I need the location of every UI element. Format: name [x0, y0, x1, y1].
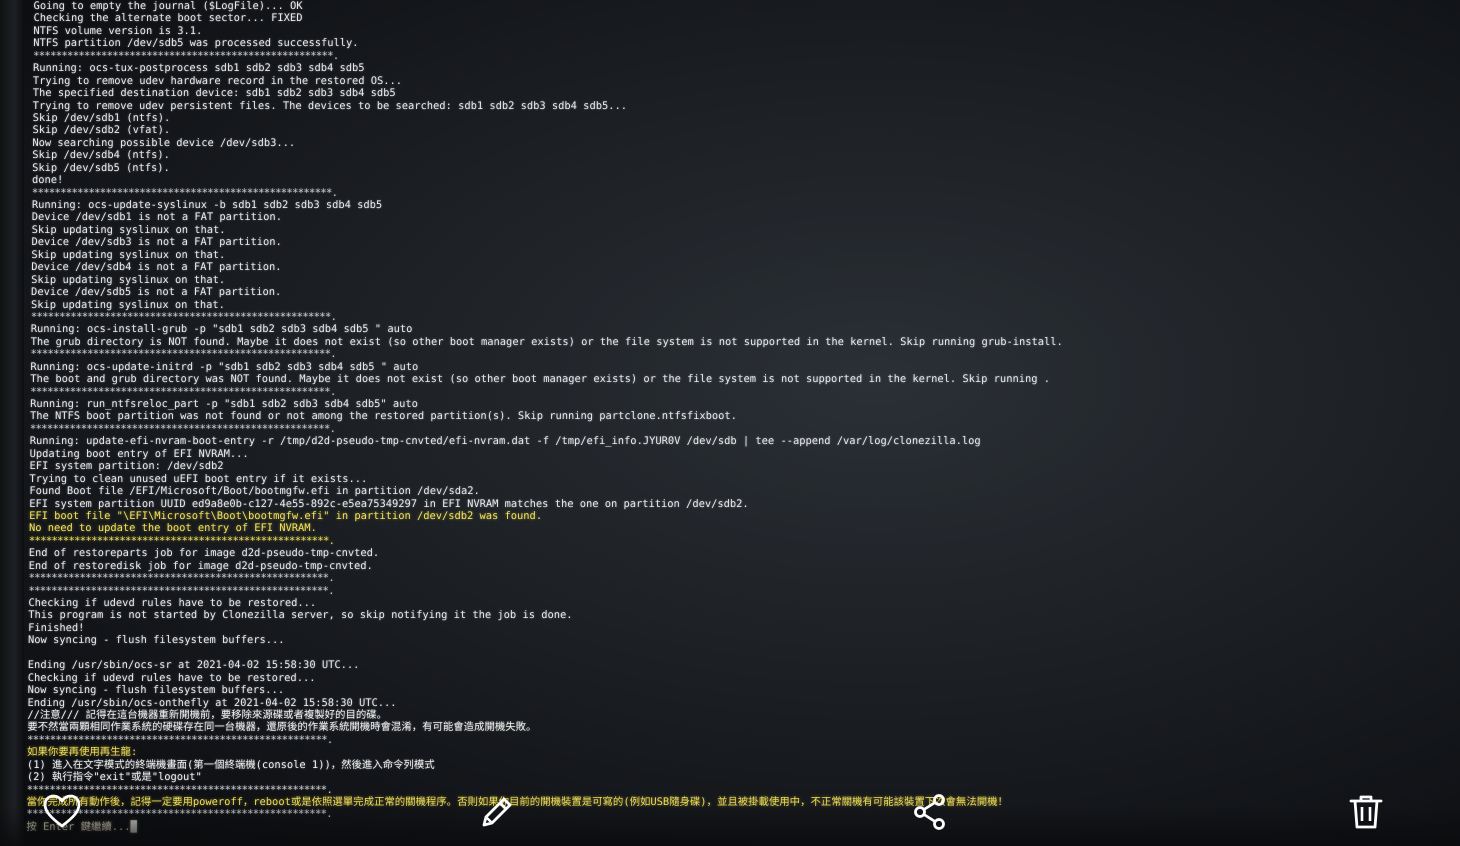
- terminal-line: Device /dev/sdb5 is not a FAT partition.: [31, 286, 282, 299]
- heart-icon: [43, 794, 81, 828]
- terminal-line: ****************************************…: [30, 385, 336, 398]
- terminal-line: Skip updating syslinux on that.: [30, 298, 225, 311]
- terminal-line: ****************************************…: [28, 572, 335, 585]
- terminal-line: ****************************************…: [28, 534, 335, 547]
- terminal-line: End of restoreparts job for image d2d-ps…: [28, 547, 380, 560]
- terminal-line: Now syncing - flush filesystem buffers..…: [27, 684, 285, 697]
- terminal-line: Updating boot entry of EFI NVRAM...: [29, 447, 249, 460]
- terminal-line: Skip updating syslinux on that.: [31, 223, 226, 236]
- terminal-line: No need to update the boot entry of EFI …: [28, 522, 317, 535]
- photo-toolbar: [0, 776, 1460, 846]
- terminal-line: Running: run_ntfsreloc_part -p "sdb1 sdb…: [30, 398, 419, 410]
- terminal-line: Now searching possible device /dev/sdb3.…: [32, 136, 296, 149]
- terminal-line: Trying to clean unused uEFI boot entry i…: [29, 472, 368, 485]
- trash-icon: [1349, 795, 1383, 829]
- terminal-line: NTFS volume version is 3.1.: [33, 24, 203, 37]
- terminal-line: Device /dev/sdb3 is not a FAT partition.: [31, 236, 282, 249]
- terminal-line: The grub directory is NOT found. Maybe i…: [30, 335, 1063, 348]
- terminal-line: EFI boot file "\EFI\Microsoft\Boot\bootm…: [29, 509, 543, 522]
- terminal-line: Trying to remove udev persistent files. …: [32, 99, 628, 112]
- terminal-line: Checking if udevd rules have to be resto…: [27, 671, 316, 684]
- terminal-line: Skip /dev/sdb1 (ntfs).: [32, 111, 171, 124]
- terminal-line: Running: ocs-update-initrd -p "sdb1 sdb2…: [30, 360, 419, 373]
- terminal-line: 要不然當兩顆相同作業系統的硬碟存在同一台機器，還原後的作業系統開機時會混淆，有可…: [27, 721, 537, 734]
- terminal-line: done!: [32, 174, 64, 187]
- terminal-line: End of restoredisk job for image d2d-pse…: [28, 559, 373, 572]
- terminal-line: Going to empty the journal ($LogFile)...…: [33, 0, 303, 12]
- terminal-line: (1) 進入在文字模式的終端機畫面(第一個終端機(console 1))，然後進…: [26, 758, 435, 771]
- terminal-line: Now syncing - flush filesystem buffers..…: [27, 634, 285, 647]
- terminal-line: 如果你要再使用再生龍:: [27, 746, 138, 759]
- terminal-line: The specified destination device: sdb1 s…: [32, 87, 396, 100]
- terminal-line: Device /dev/sdb4 is not a FAT partition.: [31, 261, 282, 274]
- terminal-line: Finished!: [28, 621, 85, 634]
- terminal-line: ****************************************…: [28, 584, 334, 597]
- terminal-line: ****************************************…: [27, 733, 333, 746]
- terminal-line: //注意/// 記得在這台機器重新開機前，要移除來源碟或者複製好的目的碟。: [27, 708, 388, 721]
- terminal-line: Skip /dev/sdb4 (ntfs).: [32, 149, 170, 162]
- like-button[interactable]: [40, 790, 84, 834]
- terminal-line: Checking if udevd rules have to be resto…: [28, 597, 317, 609]
- terminal-line: NTFS partition /dev/sdb5 was processed s…: [33, 37, 359, 50]
- terminal-line: Running: ocs-tux-postprocess sdb1 sdb2 s…: [32, 62, 365, 75]
- terminal-line: Skip updating syslinux on that.: [31, 248, 226, 261]
- terminal-line: Skip /dev/sdb5 (ntfs).: [32, 161, 170, 174]
- pencil-icon: [482, 797, 512, 827]
- share-button[interactable]: [908, 790, 952, 834]
- terminal-line: ****************************************…: [30, 348, 337, 361]
- terminal-line: EFI system partition UUID ed9a8e0b-c127-…: [29, 497, 749, 510]
- share-icon: [914, 794, 945, 830]
- terminal-line: ****************************************…: [30, 310, 337, 323]
- terminal-line: Running: update-efi-nvram-boot-entry -r …: [29, 435, 981, 448]
- terminal-line: Skip /dev/sdb2 (vfat).: [32, 124, 171, 137]
- terminal-line: Ending /usr/sbin/ocs-onthefly at 2021-04…: [27, 696, 397, 709]
- terminal-line: Skip updating syslinux on that.: [31, 273, 226, 286]
- terminal-line: EFI system partition: /dev/sdb2: [29, 460, 224, 473]
- terminal-line: Running: ocs-update-syslinux -b sdb1 sdb…: [31, 199, 383, 211]
- monitor-bezel: [0, 0, 24, 846]
- terminal-line: This program is not started by Clonezill…: [28, 609, 573, 622]
- photo-viewer: Going to empty the journal ($LogFile)...…: [0, 0, 1460, 846]
- terminal-line: Checking the alternate boot sector... FI…: [33, 12, 303, 25]
- terminal-output: Going to empty the journal ($LogFile)...…: [26, 0, 1213, 833]
- terminal-line: ****************************************…: [29, 422, 336, 435]
- terminal-line: ****************************************…: [31, 186, 338, 199]
- terminal-line: Device /dev/sdb1 is not a FAT partition.: [31, 211, 283, 224]
- terminal-line: Running: ocs-install-grub -p "sdb1 sdb2 …: [30, 323, 413, 336]
- terminal-line: The NTFS boot partition was not found or…: [29, 410, 737, 423]
- terminal-line: Trying to remove udev hardware record in…: [32, 74, 403, 87]
- terminal-line: ****************************************…: [33, 49, 339, 62]
- terminal-line: Found Boot file /EFI/Microsoft/Boot/boot…: [29, 485, 480, 498]
- delete-button[interactable]: [1344, 790, 1388, 834]
- edit-button[interactable]: [475, 790, 519, 834]
- terminal-line: The boot and grub directory was NOT foun…: [30, 373, 1051, 386]
- terminal-line: Ending /usr/sbin/ocs-sr at 2021-04-02 15…: [27, 659, 360, 672]
